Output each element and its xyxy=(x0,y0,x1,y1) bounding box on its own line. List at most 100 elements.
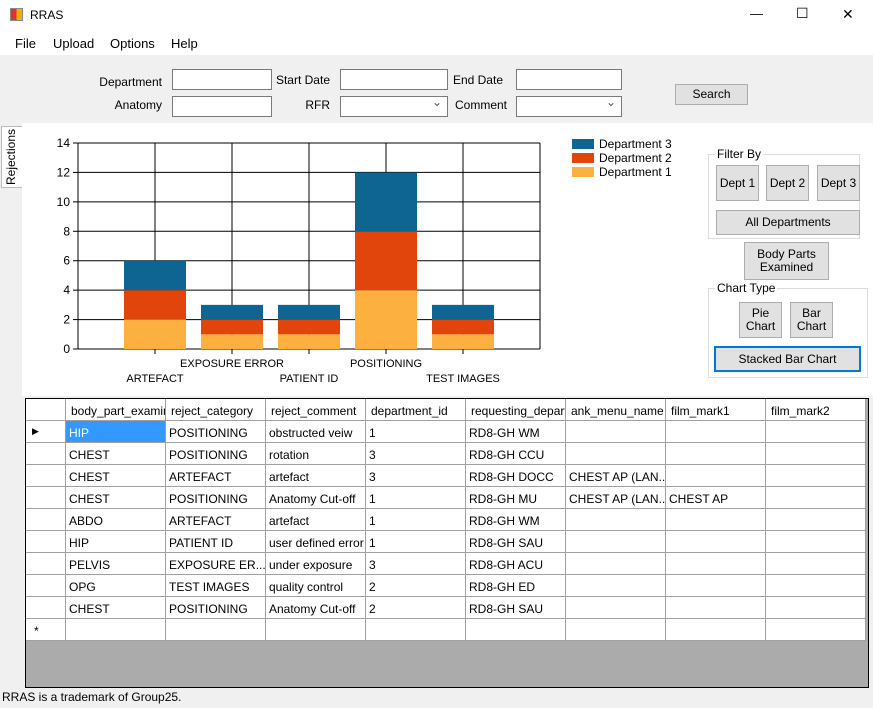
table-cell[interactable] xyxy=(666,575,766,597)
column-header[interactable]: film_mark1 xyxy=(666,399,766,421)
new-row-cell[interactable] xyxy=(66,619,166,641)
table-cell[interactable]: 1 xyxy=(366,421,466,443)
row-header[interactable] xyxy=(26,465,66,487)
table-cell[interactable]: CHEST xyxy=(66,487,166,509)
table-cell[interactable]: RD8-GH WM xyxy=(466,421,566,443)
row-header[interactable]: ▶ xyxy=(26,421,66,443)
anatomy-input[interactable] xyxy=(172,96,272,117)
new-row-cell[interactable] xyxy=(466,619,566,641)
row-header[interactable] xyxy=(26,553,66,575)
table-cell[interactable]: CHEST AP (LAN... xyxy=(566,465,666,487)
table-cell[interactable]: PATIENT ID xyxy=(166,531,266,553)
table-cell[interactable] xyxy=(766,487,866,509)
table-cell[interactable]: CHEST xyxy=(66,465,166,487)
table-cell[interactable]: OPG xyxy=(66,575,166,597)
bar-chart-button[interactable]: Bar Chart xyxy=(790,302,833,338)
new-row-cell[interactable] xyxy=(566,619,666,641)
row-header[interactable] xyxy=(26,509,66,531)
column-header[interactable]: reject_comment xyxy=(266,399,366,421)
table-cell[interactable] xyxy=(666,597,766,619)
table-cell[interactable] xyxy=(666,421,766,443)
table-cell[interactable]: 3 xyxy=(366,465,466,487)
table-cell[interactable]: POSITIONING xyxy=(166,421,266,443)
table-cell[interactable] xyxy=(666,509,766,531)
table-cell[interactable]: CHEST AP xyxy=(666,487,766,509)
table-cell[interactable]: artefact xyxy=(266,509,366,531)
table-cell[interactable] xyxy=(566,443,666,465)
row-header[interactable] xyxy=(26,443,66,465)
menu-options[interactable]: Options xyxy=(110,36,155,51)
table-cell[interactable]: under exposure xyxy=(266,553,366,575)
table-cell[interactable]: POSITIONING xyxy=(166,487,266,509)
dept3-button[interactable]: Dept 3 xyxy=(817,165,860,201)
row-header[interactable] xyxy=(26,487,66,509)
table-cell[interactable] xyxy=(566,575,666,597)
new-row-cell[interactable] xyxy=(666,619,766,641)
rfr-dropdown[interactable] xyxy=(340,95,448,117)
table-cell[interactable]: 2 xyxy=(366,597,466,619)
table-cell[interactable]: ARTEFACT xyxy=(166,509,266,531)
end-date-input[interactable] xyxy=(516,69,622,90)
new-row-cell[interactable] xyxy=(166,619,266,641)
new-row-cell[interactable] xyxy=(366,619,466,641)
column-header[interactable]: department_id xyxy=(366,399,466,421)
table-cell[interactable]: TEST IMAGES xyxy=(166,575,266,597)
table-cell[interactable] xyxy=(566,421,666,443)
table-cell[interactable] xyxy=(766,553,866,575)
table-cell[interactable] xyxy=(766,597,866,619)
stacked-bar-chart-button[interactable]: Stacked Bar Chart xyxy=(714,346,861,372)
table-cell[interactable]: RD8-GH DOCC xyxy=(466,465,566,487)
column-header[interactable]: film_mark2 xyxy=(766,399,866,421)
minimize-button[interactable]: — xyxy=(750,6,763,21)
new-row-header[interactable]: * xyxy=(26,619,66,641)
pie-chart-button[interactable]: Pie Chart xyxy=(739,302,782,338)
table-cell[interactable]: 2 xyxy=(366,575,466,597)
table-cell[interactable]: RD8-GH ED xyxy=(466,575,566,597)
table-cell[interactable] xyxy=(666,465,766,487)
table-cell[interactable] xyxy=(666,531,766,553)
table-cell[interactable]: 1 xyxy=(366,487,466,509)
table-cell[interactable]: CHEST AP (LAN... xyxy=(566,487,666,509)
dept2-button[interactable]: Dept 2 xyxy=(766,165,809,201)
column-header[interactable]: body_part_examine xyxy=(66,399,166,421)
comment-dropdown[interactable] xyxy=(516,95,622,117)
row-header[interactable] xyxy=(26,597,66,619)
body-parts-examined-button[interactable]: Body Parts Examined xyxy=(744,242,829,280)
maximize-button[interactable]: ☐ xyxy=(796,5,809,22)
column-header[interactable]: reject_category xyxy=(166,399,266,421)
column-header[interactable]: requesting_departm xyxy=(466,399,566,421)
table-cell[interactable]: RD8-GH WM xyxy=(466,509,566,531)
table-cell[interactable]: 3 xyxy=(366,443,466,465)
search-button[interactable]: Search xyxy=(675,84,748,105)
table-cell[interactable]: EXPOSURE ER... xyxy=(166,553,266,575)
table-cell[interactable]: RD8-GH ACU xyxy=(466,553,566,575)
table-cell[interactable]: 1 xyxy=(366,531,466,553)
dept1-button[interactable]: Dept 1 xyxy=(716,165,759,201)
table-cell[interactable]: user defined error xyxy=(266,531,366,553)
rejections-table[interactable]: body_part_examine reject_category reject_c… xyxy=(25,398,869,688)
table-cell[interactable]: obstructed veiw xyxy=(266,421,366,443)
table-cell[interactable]: RD8-GH SAU xyxy=(466,597,566,619)
table-cell[interactable]: ABDO xyxy=(66,509,166,531)
row-header-corner[interactable] xyxy=(26,399,66,421)
table-cell[interactable] xyxy=(766,575,866,597)
table-cell[interactable] xyxy=(766,421,866,443)
table-cell[interactable] xyxy=(766,465,866,487)
table-cell[interactable]: HIP xyxy=(66,421,166,443)
table-cell[interactable]: RD8-GH SAU xyxy=(466,531,566,553)
table-cell[interactable] xyxy=(766,443,866,465)
menu-upload[interactable]: Upload xyxy=(53,36,94,51)
table-cell[interactable]: Anatomy Cut-off xyxy=(266,487,366,509)
table-cell[interactable]: RD8-GH MU xyxy=(466,487,566,509)
new-row-cell[interactable] xyxy=(766,619,866,641)
table-cell[interactable]: 1 xyxy=(366,509,466,531)
menu-file[interactable]: File xyxy=(15,36,36,51)
table-cell[interactable] xyxy=(566,597,666,619)
start-date-input[interactable] xyxy=(340,69,448,90)
table-cell[interactable] xyxy=(666,553,766,575)
table-cell[interactable] xyxy=(566,553,666,575)
table-cell[interactable] xyxy=(766,509,866,531)
table-cell[interactable]: quality control xyxy=(266,575,366,597)
table-cell[interactable]: HIP xyxy=(66,531,166,553)
table-cell[interactable]: RD8-GH CCU xyxy=(466,443,566,465)
